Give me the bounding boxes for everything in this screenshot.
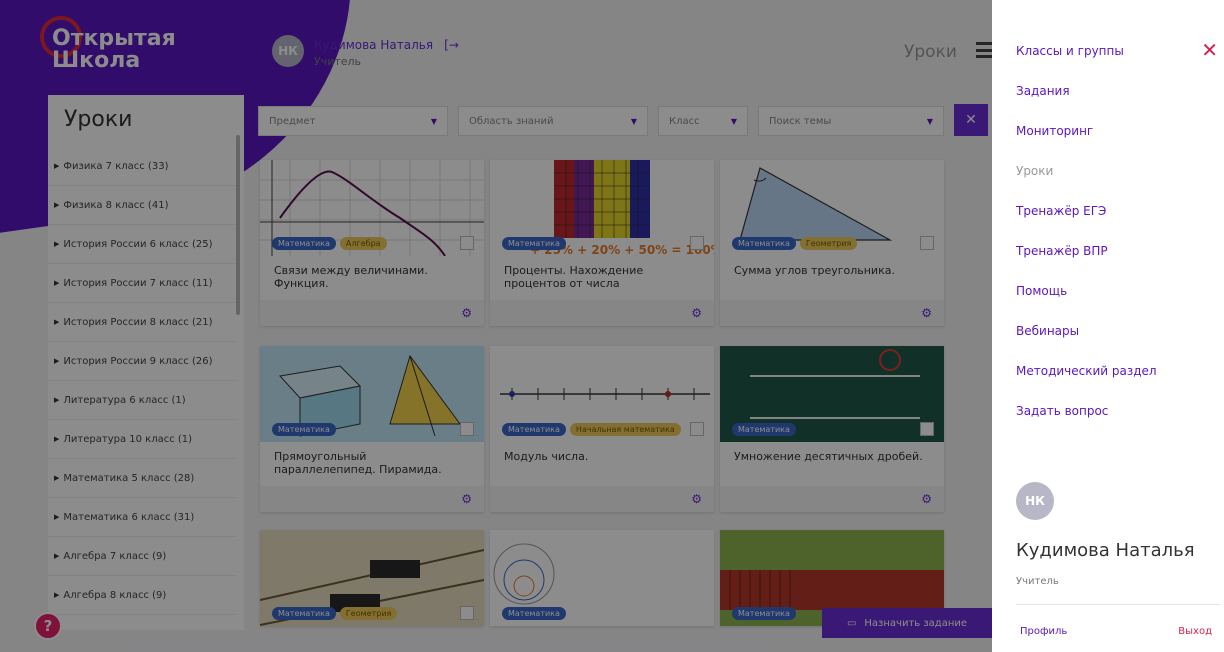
menu-item[interactable]: Тренажёр ВПР bbox=[1016, 244, 1108, 258]
menu-item[interactable]: Мониторинг bbox=[1016, 124, 1093, 138]
profile-link[interactable]: Профиль bbox=[1020, 626, 1067, 637]
divider bbox=[1016, 604, 1220, 605]
menu-item-active[interactable]: Уроки bbox=[1016, 164, 1053, 178]
menu-item[interactable]: Вебинары bbox=[1016, 324, 1079, 338]
menu-item[interactable]: Задать вопрос bbox=[1016, 404, 1108, 418]
modal-overlay[interactable] bbox=[0, 0, 992, 652]
close-icon[interactable]: ✕ bbox=[1201, 38, 1218, 62]
nav-drawer: ✕ Классы и группы Задания Мониторинг Уро… bbox=[992, 0, 1224, 652]
drawer-user-role: Учитель bbox=[1016, 576, 1059, 587]
menu-item[interactable]: Задания bbox=[1016, 84, 1070, 98]
menu-item[interactable]: Классы и группы bbox=[1016, 44, 1124, 58]
avatar: НК bbox=[1016, 482, 1054, 520]
menu-item[interactable]: Тренажёр ЕГЭ bbox=[1016, 204, 1106, 218]
menu-item[interactable]: Методический раздел bbox=[1016, 364, 1157, 378]
logout-link[interactable]: Выход bbox=[1178, 626, 1212, 637]
menu-item[interactable]: Помощь bbox=[1016, 284, 1067, 298]
drawer-user-name: Кудимова Наталья bbox=[1016, 540, 1195, 561]
